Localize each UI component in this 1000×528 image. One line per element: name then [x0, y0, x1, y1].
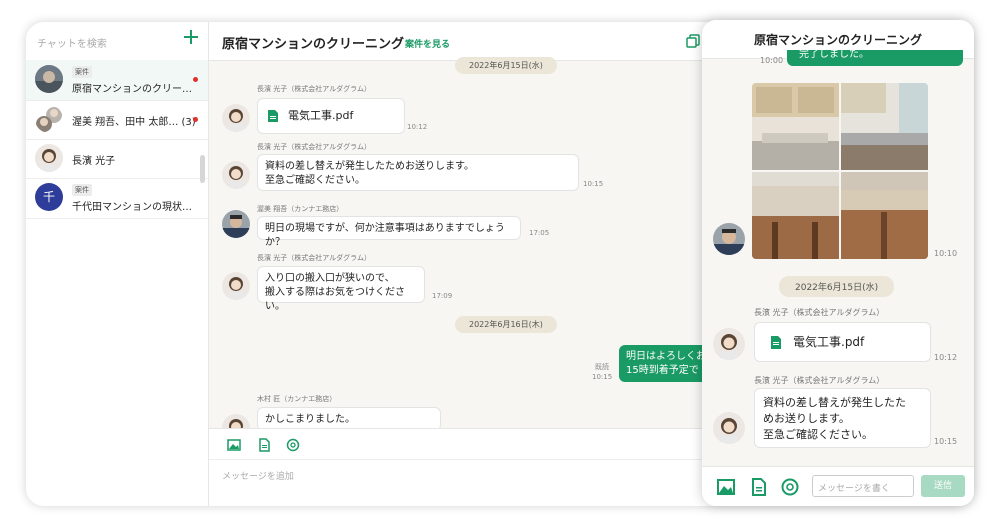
message-time: 10:12 [934, 353, 958, 362]
mention-icon[interactable] [286, 437, 300, 452]
file-name: 電気工事.pdf [288, 109, 354, 122]
avatar [35, 65, 63, 93]
message-time: 10:15 [934, 437, 958, 446]
message-time: 10:10 [934, 249, 958, 258]
message-line: 至急ご確認ください。 [763, 428, 873, 441]
date-separator: 2022年6月16日(木) [455, 316, 557, 333]
chat-name: 千代田マンションの現状… [72, 202, 192, 213]
message-time: 17:09 [432, 292, 453, 300]
phone-frame: 原宿マンションのクリーニング 10:00 完了しました。 10:10 2022年… [702, 20, 974, 506]
message-line: 至急ご確認ください。 [265, 175, 365, 186]
unread-dot [193, 117, 198, 122]
message-line: 搬入する際はお気をつけください。 [265, 287, 405, 312]
message-bubble: 資料の差し替えが発生したためお送りします。 至急ご確認ください。 [257, 154, 579, 191]
page-title: 原宿マンションのクリーニング [222, 37, 405, 52]
phone-input-bar: メッセージを書く 送信 [702, 466, 974, 506]
chat-list-item[interactable]: 渥美 翔吾、田中 太郎… (3) [26, 100, 208, 140]
message-bubble: 明日の現場ですが、何か注意事項はありますでしょうか？ [257, 216, 521, 248]
avatar [222, 161, 250, 189]
send-button[interactable]: 送信 [921, 475, 965, 497]
message-bubble: 資料の差し替えが発生したた めお送りします。 至急ご確認ください。 [754, 388, 931, 448]
unread-dot [193, 77, 198, 82]
message-time: 10:12 [407, 123, 428, 131]
message-line: めお送りします。 [763, 412, 850, 425]
kitchen-photo[interactable] [752, 83, 839, 170]
chat-name: 原宿マンションのクリー… [72, 84, 192, 95]
file-icon[interactable] [257, 437, 271, 452]
message-line: 入り口の搬入口が狭いので、 [265, 273, 395, 284]
avatar-letter: 千 [42, 190, 55, 204]
own-message-bubble: 完了しました。 [787, 50, 963, 66]
view-project-link[interactable]: 案件を見る [405, 37, 450, 50]
message-sender: 渥美 翔吾（カンナエ務店） [257, 205, 344, 213]
kitchen-photo[interactable] [841, 172, 928, 259]
chat-search-bar: チャットを検索 [26, 22, 208, 61]
file-attachment[interactable]: 電気工事.pdf [257, 98, 405, 134]
message-sender: 長濱 光子（株式会社アルダグラム） [257, 143, 371, 151]
date-separator: 2022年6月15日(水) [779, 276, 895, 297]
pdf-file-icon [771, 336, 781, 354]
project-badge: 案件 [72, 66, 92, 78]
chat-name: 渥美 翔吾、田中 太郎… (3) [72, 117, 196, 128]
file-attachment[interactable]: 電気工事.pdf [754, 322, 931, 362]
pdf-file-icon [268, 110, 278, 127]
image-icon[interactable] [227, 437, 241, 451]
phone-title: 原宿マンションのクリーニング [753, 33, 922, 47]
message-sender: 長濱 光子（株式会社アルダグラム） [257, 254, 371, 262]
file-icon[interactable] [750, 478, 768, 500]
message-time: 10:00 [760, 56, 784, 65]
message-bubble: 入り口の搬入口が狭いので、 搬入する際はお気をつけください。 [257, 266, 425, 312]
message-time: 10:15 [583, 180, 604, 188]
copy-icon[interactable] [686, 33, 700, 48]
message-time: 10:15 [592, 373, 613, 381]
sidebar-scrollbar[interactable] [200, 155, 205, 183]
message-sender: 長濱 光子（株式会社アルダグラム） [257, 85, 371, 93]
message-sender: 長濱 光子（株式会社アルダグラム） [754, 376, 885, 385]
plus-icon[interactable] [182, 28, 200, 46]
avatar [222, 272, 250, 300]
chat-name: 長濱 光子 [72, 156, 116, 167]
image-icon[interactable] [717, 478, 735, 500]
message-sender: 長濱 光子（株式会社アルダグラム） [754, 308, 885, 317]
phone-message-input[interactable]: メッセージを書く [812, 475, 914, 497]
message-line: かしこまりました。 [265, 414, 355, 425]
chat-sidebar: チャットを検索 案件 原宿マンションのクリー… 渥美 翔吾、田中 太郎… (3)… [26, 22, 209, 506]
avatar [35, 144, 63, 172]
mention-icon[interactable] [781, 478, 799, 500]
avatar [713, 223, 745, 255]
message-line: 資料の差し替えが発生したためお送りします。 [265, 161, 474, 172]
read-receipt: 既読 [595, 363, 609, 371]
message-input[interactable]: メッセージを追加 [222, 469, 294, 482]
chat-list-item[interactable]: 千 案件 千代田マンションの現状… [26, 178, 208, 219]
message-line: 完了しました。 [799, 50, 869, 60]
message-time: 17:05 [529, 229, 550, 237]
chat-search-input[interactable]: チャットを検索 [37, 35, 107, 50]
file-name: 電気工事.pdf [793, 335, 865, 349]
avatar [222, 210, 250, 238]
project-badge: 案件 [72, 184, 92, 196]
avatar [713, 412, 745, 444]
chat-list-item[interactable]: 長濱 光子 [26, 139, 208, 179]
message-line: 資料の差し替えが発生したた [763, 396, 906, 409]
date-separator: 2022年6月15日(水) [455, 57, 557, 74]
kitchen-photo[interactable] [752, 172, 839, 259]
message-line: 明日の現場ですが、何か注意事項はありますでしょうか？ [265, 223, 505, 248]
avatar: 千 [35, 183, 63, 211]
photo-grid[interactable] [752, 83, 928, 259]
avatar [222, 104, 250, 132]
avatar [713, 328, 745, 360]
kitchen-photo[interactable] [841, 83, 928, 170]
chat-list-item[interactable]: 案件 原宿マンションのクリー… [26, 60, 208, 101]
avatar [35, 105, 63, 133]
message-sender: 木村 匠（カンナエ務店） [257, 395, 337, 403]
